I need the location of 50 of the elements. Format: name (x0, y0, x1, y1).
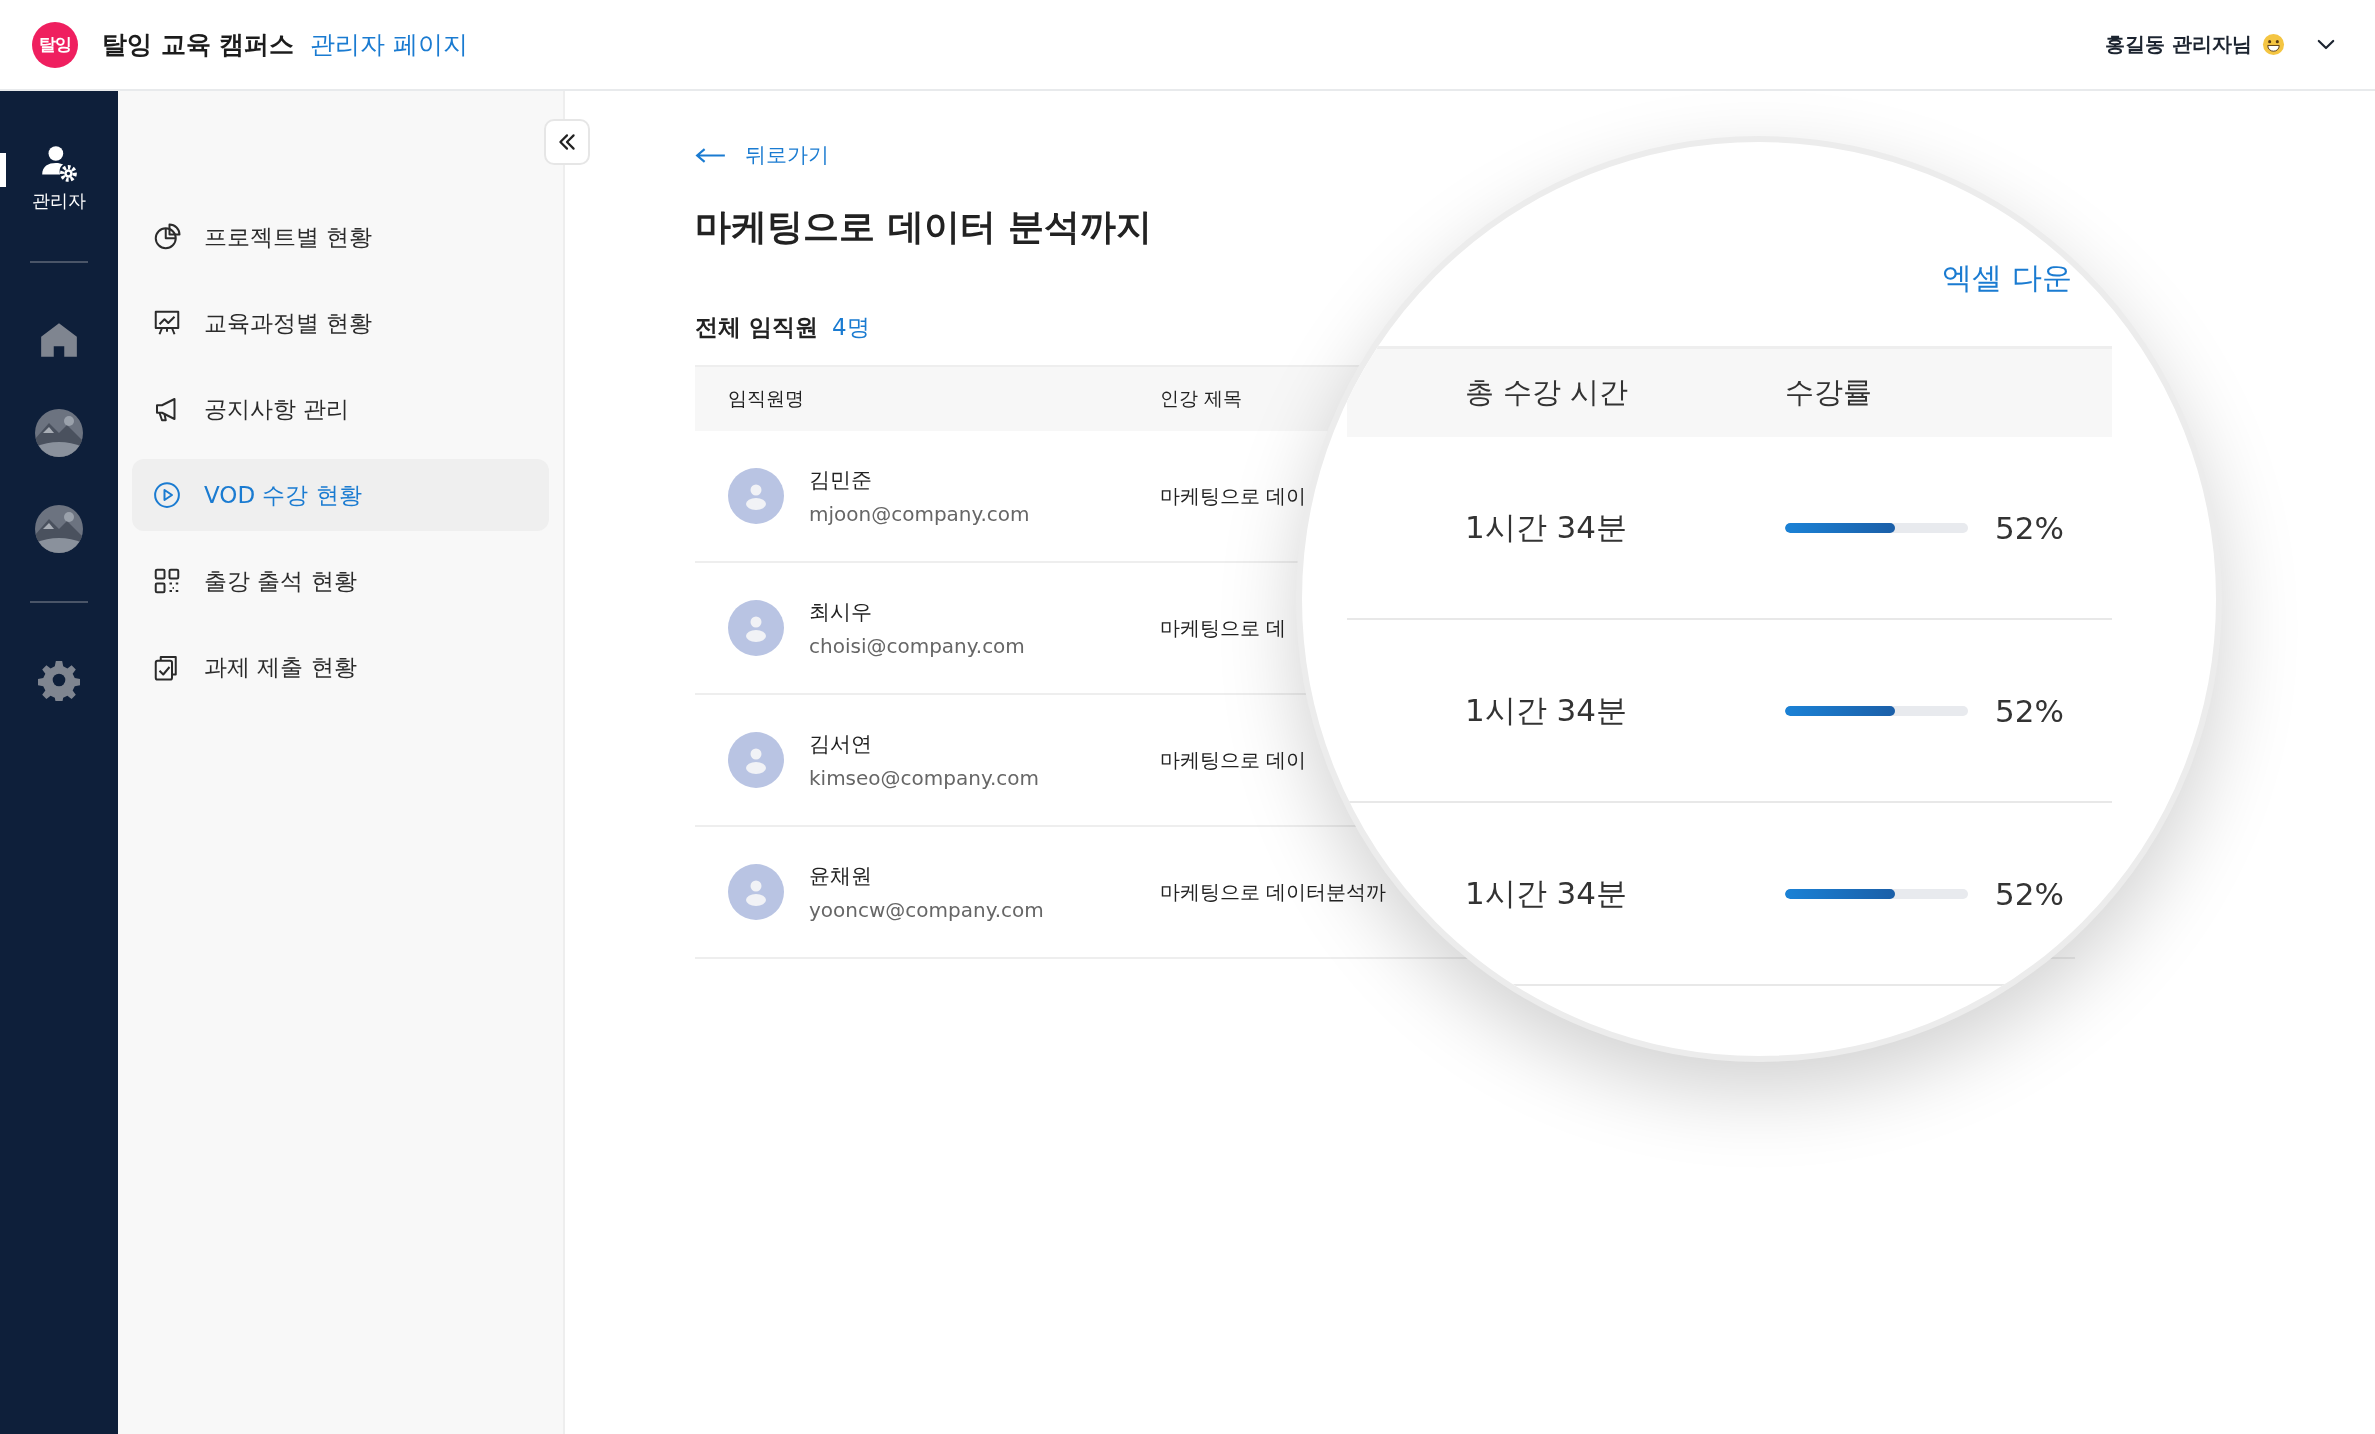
pie-chart-icon (152, 222, 182, 252)
avatar-icon (728, 732, 784, 788)
avatar-icon (728, 600, 784, 656)
sidebar-menu-item[interactable]: 교육과정별 현황 (132, 287, 549, 359)
course-title: 마케팅으로 데이 (1160, 746, 1307, 774)
employee-count-label: 전체 임직원 (695, 313, 818, 342)
employee-email: mjoon@company.com (809, 502, 1031, 526)
settings-icon (38, 659, 80, 701)
column-header: 임직원명 (727, 386, 805, 411)
chevron-down-icon (2317, 39, 2335, 50)
total-time: 1시간 34분 (1464, 690, 1629, 730)
employee-name: 김민준 (809, 467, 873, 494)
completion-rate: 52% (1995, 509, 2064, 546)
employee-email: yooncw@company.com (809, 898, 1045, 922)
play-circle-icon (152, 480, 182, 510)
admin-nav-item[interactable]: 관리자 (0, 143, 118, 213)
course-title: 마케팅으로 데 (1160, 614, 1287, 642)
logo[interactable]: 탈잉 (32, 21, 78, 68)
completion-rate: 52% (1995, 692, 2064, 729)
column-header: 인강 제목 (1160, 386, 1243, 411)
collapse-button[interactable] (544, 119, 590, 165)
sidebar-menu-item[interactable]: 공지사항 관리 (132, 373, 549, 445)
double-chevron-left-icon (556, 131, 578, 153)
employee-email: kimseo@company.com (809, 766, 1040, 790)
employee-name: 최시우 (809, 599, 873, 626)
app-title: 탈잉 교육 캠퍼스 (102, 29, 295, 61)
qr-code-icon (152, 566, 182, 596)
back-link[interactable]: 뒤로가기 (695, 141, 829, 169)
sidebar-menu-item[interactable]: VOD 수강 현황 (132, 459, 549, 531)
arrow-left-icon (695, 147, 727, 163)
completion-rate: 52% (1995, 875, 2064, 912)
employee-email: choisi@company.com (809, 634, 1026, 658)
sidebar-menu-item[interactable]: 과제 제출 현황 (132, 631, 549, 703)
course-title: 마케팅으로 데이터분석까 (1160, 878, 1387, 906)
user-menu[interactable]: 홍길동 관리자님 (2105, 31, 2335, 58)
employee-name: 윤채원 (809, 863, 873, 890)
page-title: 마케팅으로 데이터 분석까지 (695, 205, 1154, 249)
total-time: 1시간 34분 (1464, 507, 1629, 547)
sidebar-menu-item[interactable]: 프로젝트별 현황 (132, 201, 549, 273)
excel-download-link[interactable]: 엑셀 다운 (1942, 258, 2072, 346)
avatar-icon (728, 864, 784, 920)
column-header: 총 수강 시간 (1464, 374, 1630, 411)
employee-count: 4명 (832, 313, 870, 342)
page-subtitle: 관리자 페이지 (310, 29, 469, 61)
employee-name: 김서연 (809, 731, 873, 758)
smiley-icon (2262, 33, 2285, 56)
column-header: 수강률 (1785, 374, 1872, 411)
avatar-icon (728, 468, 784, 524)
sidebar-menu-item[interactable]: 출강 출석 현황 (132, 545, 549, 617)
course-title: 마케팅으로 데이 (1160, 482, 1307, 510)
